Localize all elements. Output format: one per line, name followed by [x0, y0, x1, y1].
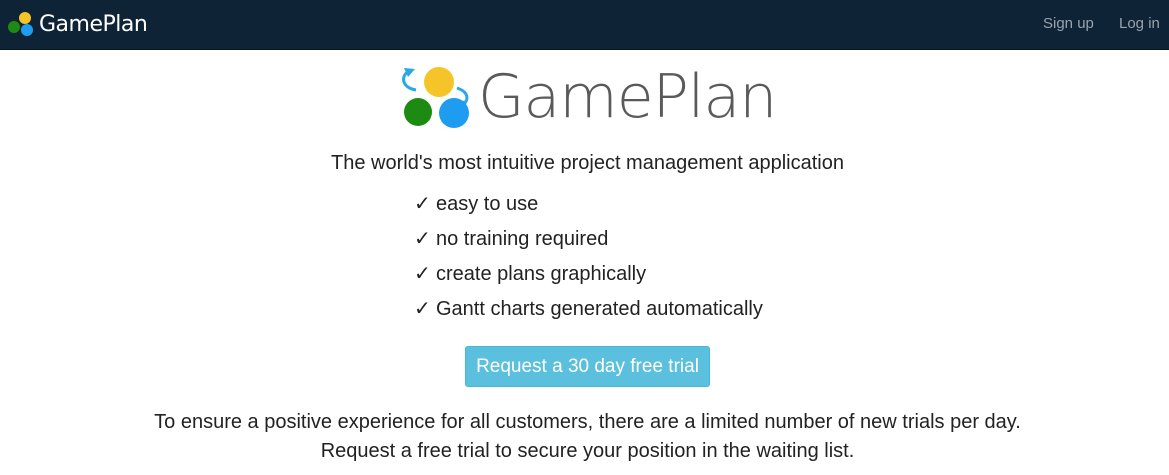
- tagline: The world's most intuitive project manag…: [331, 152, 844, 174]
- request-trial-button[interactable]: Request a 30 day free trial: [465, 346, 710, 387]
- brand-name: GamePlan: [39, 11, 148, 37]
- gameplan-logo-icon: [8, 12, 33, 36]
- top-navbar: GamePlan Sign up Log in: [0, 0, 1169, 50]
- feature-text: Gantt charts generated automatically: [436, 298, 763, 320]
- checkmark-icon: ✓: [414, 263, 431, 285]
- feature-item: ✓ create plans graphically: [414, 262, 763, 297]
- checkmark-icon: ✓: [414, 298, 431, 320]
- hero-wordmark: GamePlan: [478, 62, 777, 132]
- brand-link[interactable]: GamePlan: [7, 9, 148, 39]
- gameplan-hero-logo-icon: [402, 67, 469, 128]
- feature-text: no training required: [436, 228, 609, 250]
- feature-text: easy to use: [436, 193, 539, 215]
- feature-text: create plans graphically: [436, 263, 647, 285]
- feature-list: ✓ easy to use ✓ no training required ✓ crea…: [414, 192, 763, 332]
- sign-up-link[interactable]: Sign up: [1043, 15, 1094, 32]
- feature-item: ✓ no training required: [414, 227, 763, 262]
- feature-item: ✓ easy to use: [414, 192, 763, 227]
- checkmark-icon: ✓: [414, 193, 431, 215]
- waiting-list-notice-line: Request a free trial to secure your posi…: [320, 440, 855, 462]
- feature-item: ✓ Gantt charts generated automatically: [414, 297, 763, 332]
- trial-notice-line: To ensure a positive experience for all …: [154, 411, 1021, 433]
- checkmark-icon: ✓: [414, 228, 431, 250]
- log-in-link[interactable]: Log in: [1119, 15, 1160, 32]
